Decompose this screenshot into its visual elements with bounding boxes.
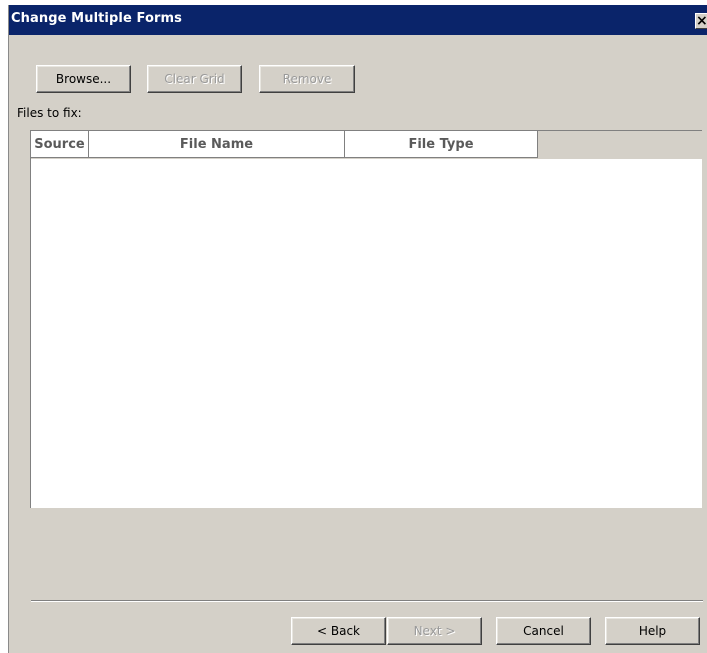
files-grid[interactable]: Source File Name File Type xyxy=(30,130,702,508)
files-to-fix-label: Files to fix: xyxy=(17,106,82,120)
browse-button[interactable]: Browse... xyxy=(36,65,131,93)
cancel-button[interactable]: Cancel xyxy=(496,617,591,645)
close-icon: × xyxy=(696,13,707,29)
close-button[interactable]: × xyxy=(695,13,707,29)
clear-grid-button[interactable]: Clear Grid xyxy=(147,65,242,93)
column-header-file-type[interactable]: File Type xyxy=(345,131,538,158)
column-header-file-name[interactable]: File Name xyxy=(89,131,345,158)
dialog-title: Change Multiple Forms xyxy=(11,11,182,26)
help-button[interactable]: Help xyxy=(605,617,700,645)
remove-button[interactable]: Remove xyxy=(259,65,355,93)
grid-header: Source File Name File Type xyxy=(31,131,702,159)
footer-divider xyxy=(31,600,703,602)
next-button[interactable]: Next > xyxy=(387,617,482,645)
back-button[interactable]: < Back xyxy=(291,617,386,645)
dialog-window: Change Multiple Forms × Browse... Clear … xyxy=(8,5,707,653)
title-bar[interactable]: Change Multiple Forms × xyxy=(9,5,707,35)
column-header-source[interactable]: Source xyxy=(31,131,89,158)
